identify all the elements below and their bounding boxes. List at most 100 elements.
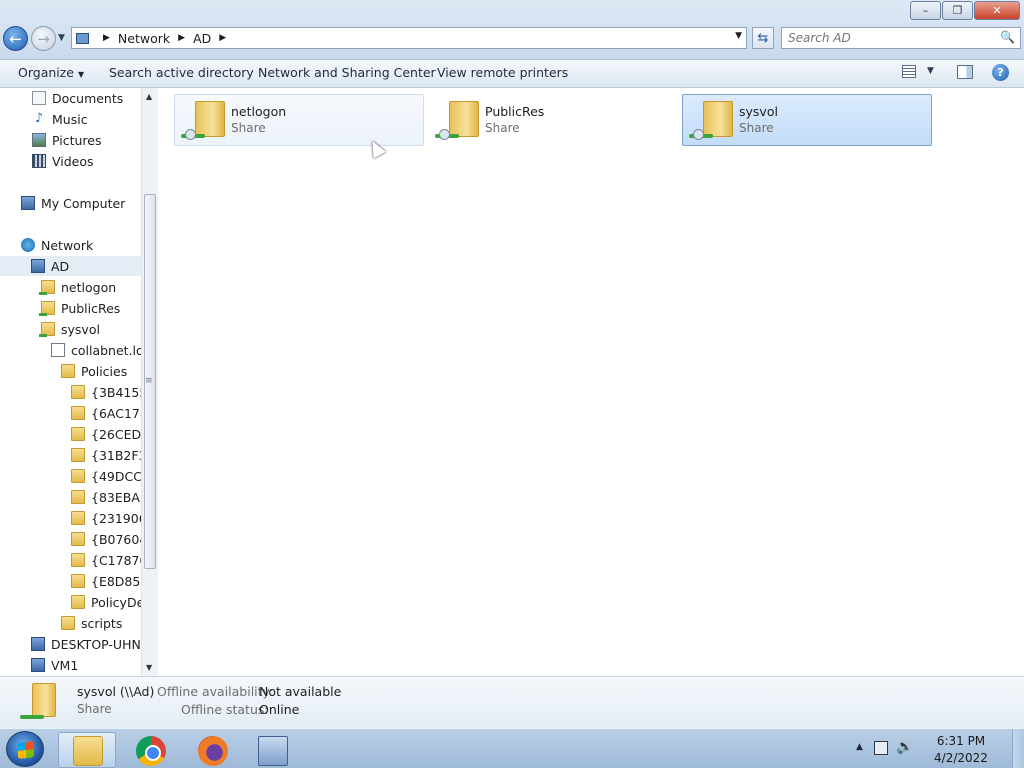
folder-icon <box>71 448 85 462</box>
nav-item-network[interactable]: Network <box>21 235 93 255</box>
nav-item-policies[interactable]: Policies <box>61 361 127 381</box>
share-folder-icon <box>18 681 58 725</box>
help-icon[interactable]: ? <box>992 64 1009 81</box>
forward-arrow-icon: → <box>37 29 50 48</box>
videos-icon <box>32 154 46 168</box>
computer-icon <box>31 259 45 273</box>
nav-item-scripts[interactable]: scripts <box>61 613 122 633</box>
nav-item-label: Documents <box>52 90 124 106</box>
show-desktop-button[interactable] <box>1012 729 1024 768</box>
close-icon: ✕ <box>992 4 1002 17</box>
address-bar[interactable]: ▶ Network ▶ AD ▶ ▼ <box>71 27 747 49</box>
network-status-icon[interactable] <box>874 741 888 755</box>
breadcrumb-separator-icon[interactable]: ▶ <box>103 33 110 43</box>
nav-item-label: sysvol <box>61 321 100 337</box>
scrollbar-grip-icon: ≡ <box>145 376 153 386</box>
network-icon <box>21 238 35 252</box>
share-tile-netlogon[interactable]: netlogon Share <box>174 94 424 146</box>
nav-item-documents[interactable]: Documents <box>32 88 123 108</box>
computer-icon <box>31 658 45 672</box>
address-dropdown-icon[interactable]: ▼ <box>735 31 742 41</box>
nav-item-label: Network <box>41 237 94 253</box>
taskbar-firefox-button[interactable] <box>183 732 241 768</box>
nav-item-my-computer[interactable]: My Computer <box>21 193 125 213</box>
network-sharing-center-button[interactable]: Network and Sharing Center <box>258 65 436 80</box>
taskbar-chrome-button[interactable] <box>121 732 179 768</box>
tile-name: sysvol <box>739 104 778 119</box>
folder-icon <box>61 616 75 630</box>
firefox-icon <box>198 736 228 766</box>
nav-item-sysvol[interactable]: sysvol <box>39 319 100 339</box>
change-view-icon[interactable] <box>902 65 916 78</box>
breadcrumb-separator-icon[interactable]: ▶ <box>178 33 185 43</box>
nav-item-label: AD <box>51 258 70 274</box>
clock-time[interactable]: 6:31 PM <box>926 734 996 748</box>
organize-button[interactable]: Organize ▼ <box>18 65 84 80</box>
back-button[interactable]: ← <box>3 26 28 51</box>
scroll-down-icon[interactable]: ▼ <box>146 663 152 672</box>
taskbar-server-manager-button[interactable] <box>243 732 301 768</box>
refresh-button[interactable]: ⇆ <box>752 27 774 49</box>
forward-button[interactable]: → <box>31 26 56 51</box>
minimize-button[interactable]: – <box>910 1 941 20</box>
nav-item-ad[interactable]: AD <box>0 256 141 276</box>
share-folder-icon <box>39 322 55 337</box>
breadcrumb-network[interactable]: Network <box>118 31 170 46</box>
windows-explorer-icon <box>73 736 103 766</box>
pictures-icon <box>32 133 46 147</box>
search-input[interactable] <box>782 28 992 48</box>
scroll-up-icon[interactable]: ▲ <box>146 92 152 101</box>
windows-logo-icon <box>18 741 34 759</box>
system-tray: ▲ 🔊 6:31 PM 4/2/2022 <box>844 729 1024 768</box>
search-box[interactable]: 🔍 <box>781 27 1021 49</box>
search-icon[interactable]: 🔍 <box>1000 30 1015 44</box>
folder-icon <box>71 406 85 420</box>
back-arrow-icon: ← <box>9 29 22 48</box>
maximize-button[interactable]: ❐ <box>942 1 973 20</box>
close-button[interactable]: ✕ <box>974 1 1020 20</box>
folder-icon <box>71 385 85 399</box>
taskbar-explorer-button[interactable] <box>58 732 116 768</box>
documents-icon <box>32 91 46 105</box>
start-button[interactable] <box>6 731 44 767</box>
breadcrumb-ad[interactable]: AD <box>193 31 211 46</box>
navigation-scrollbar[interactable]: ▲ ≡ ▼ <box>141 88 158 676</box>
show-hidden-icons-icon[interactable]: ▲ <box>856 742 863 752</box>
preview-pane-icon[interactable] <box>957 65 973 79</box>
tile-type: Share <box>231 121 266 135</box>
taskbar: ▲ 🔊 6:31 PM 4/2/2022 <box>0 728 1024 768</box>
nav-item-vm1[interactable]: VM1 <box>31 655 78 675</box>
nav-item-music[interactable]: ♪ Music <box>32 109 88 129</box>
nav-item-policydefinitions[interactable]: PolicyDef <box>71 592 149 612</box>
minimize-icon: – <box>922 4 929 17</box>
folder-icon <box>71 553 85 567</box>
nav-item-label: My Computer <box>41 195 126 211</box>
view-remote-printers-button[interactable]: View remote printers <box>437 65 568 80</box>
nav-item-pictures[interactable]: Pictures <box>32 130 102 150</box>
breadcrumb-separator-icon[interactable]: ▶ <box>219 33 226 43</box>
nav-item-label: netlogon <box>61 279 117 295</box>
nav-item-label: Pictures <box>52 132 102 148</box>
offline-availability-label: Offline availability: <box>157 684 274 699</box>
share-tile-sysvol[interactable]: sysvol Share <box>682 94 932 146</box>
nav-item-label: DESKTOP-UHNF <box>51 636 149 652</box>
music-icon: ♪ <box>34 111 44 126</box>
details-item-type: Share <box>77 702 112 716</box>
clock-date[interactable]: 4/2/2022 <box>926 751 996 765</box>
nav-item-videos[interactable]: Videos <box>32 151 94 171</box>
nav-item-label: Videos <box>52 153 94 169</box>
offline-status-value: Online <box>259 702 300 717</box>
tile-type: Share <box>739 121 774 135</box>
recent-pages-button[interactable]: ▼ <box>58 33 65 43</box>
tile-name: PublicRes <box>485 104 545 119</box>
folder-icon <box>71 574 85 588</box>
nav-item-netlogon[interactable]: netlogon <box>39 277 117 297</box>
view-options-dropdown[interactable]: ▼ <box>927 66 934 76</box>
nav-item-publicres[interactable]: PublicRes <box>39 298 120 318</box>
command-bar: Organize ▼ Search active directory Networ… <box>0 60 1024 88</box>
share-tile-publicres[interactable]: PublicRes Share <box>428 94 678 146</box>
search-active-directory-button[interactable]: Search active directory <box>109 65 254 80</box>
nav-item-collabnet[interactable]: collabnet.loc <box>51 340 151 360</box>
nav-item-desktop[interactable]: DESKTOP-UHNF <box>31 634 148 654</box>
volume-icon[interactable]: 🔊 <box>896 739 913 755</box>
